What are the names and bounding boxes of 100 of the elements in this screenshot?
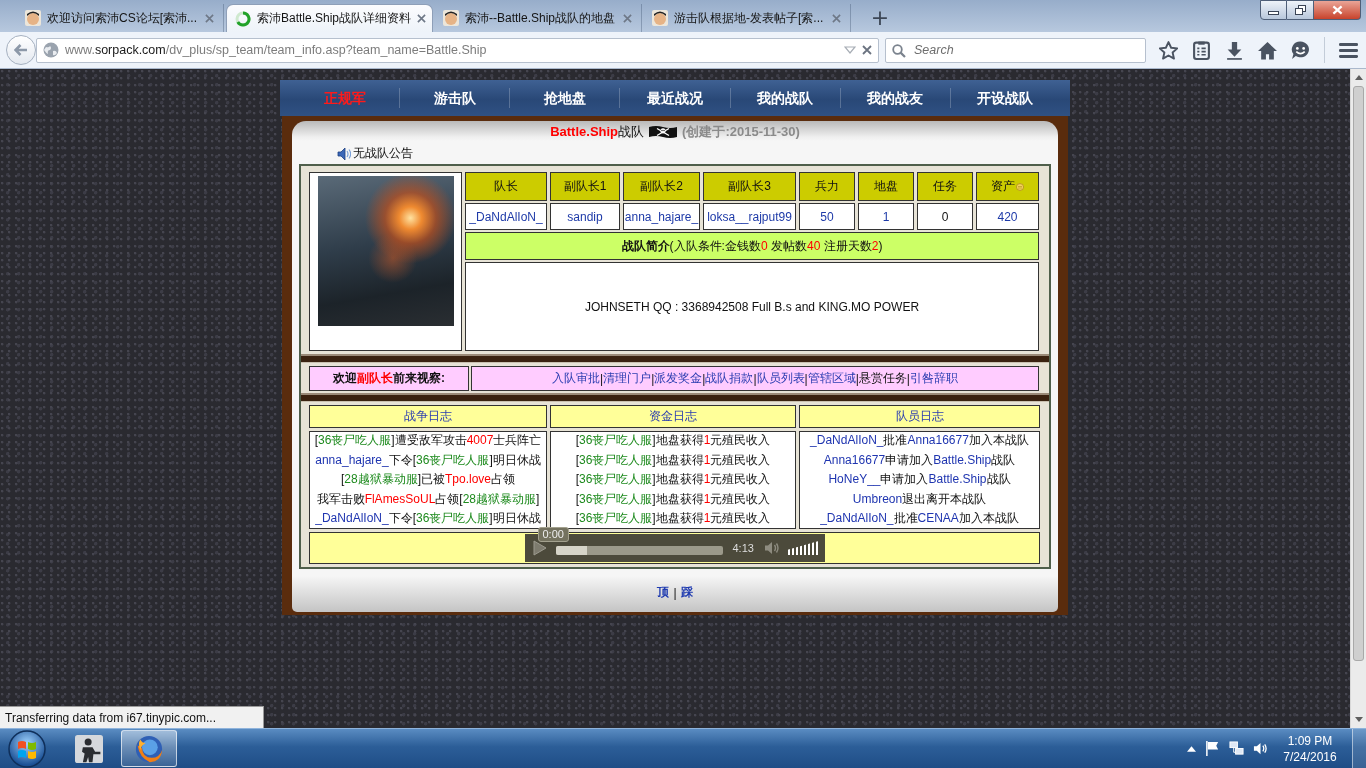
action-link[interactable]: 派发奖金 [654,370,703,387]
nav-link[interactable]: 我的战队 [729,88,840,108]
show-desktop-button[interactable] [1352,729,1366,768]
reading-list-icon[interactable] [1192,40,1211,60]
log-entry: _DaNdAlIoN_下令[36丧尸吃人服]明日休战 [315,510,541,528]
log-entry: [36丧尸吃人服]地盘获得1元殖民收入 [575,432,771,450]
new-tab-button[interactable]: + [865,4,895,32]
log-entry: [28越狱暴动服]已被Tpo.love占领 [340,471,516,489]
nav-link[interactable]: 抢地盘 [509,88,620,108]
action-link[interactable]: 清理门户 [603,370,652,387]
log-entry: _DaNdAlIoN_批准Anna16677加入本战队 [810,432,1029,450]
log-entry: Umbreon退出离开本战队 [852,490,987,508]
cell-link[interactable]: _DaNdAlIoN_ [469,209,543,224]
log-entry: Anna16677申请加入Battle.Ship战队 [823,451,1016,469]
clear-icon[interactable] [862,45,872,55]
team-title: Battle.Ship战队 [550,123,645,141]
log-entry: [36丧尸吃人服]地盘获得1元殖民收入 [575,471,771,489]
nav-link[interactable]: 开设战队 [949,88,1060,108]
scroll-down-icon[interactable] [1354,717,1363,722]
back-button[interactable] [6,35,36,65]
browser-tab[interactable]: 索沛Battle.Ship战队详细资料 [226,4,433,32]
close-icon[interactable] [417,14,427,23]
clock-date: 7/24/2016 [1283,748,1337,765]
action-link[interactable]: 战队捐款 [705,370,754,387]
footer-link[interactable]: 踩 [680,584,693,601]
bookmark-star-icon[interactable] [1159,40,1178,60]
column-label: 副队长1 [563,178,607,195]
link-separator: | [600,371,604,386]
minimize-button[interactable] [1260,0,1287,20]
play-icon[interactable] [532,540,547,556]
cell-link[interactable]: 420 [997,209,1018,224]
action-link[interactable]: 队员列表 [756,370,805,387]
log-entry: _DaNdAlIoN_批准CENAA加入本战队 [820,510,1019,528]
log-entry: 我军击败FlAmesSoUL占领[28越狱暴动服] [316,490,540,508]
column-label: 地盘 [874,178,898,195]
menu-icon[interactable] [1339,40,1358,60]
cell-value: 0 [941,209,949,224]
search-field[interactable]: Search [885,37,1146,63]
coin-icon [1016,182,1024,191]
team-description: JOHNSETH QQ : 3368942508 Full B.s and KING.MO POWER [465,262,1039,351]
taskbar-button[interactable] [121,730,177,767]
network-icon[interactable] [1229,741,1244,756]
log-entry: [36丧尸吃人服]地盘获得1元殖民收入 [575,451,771,469]
action-link[interactable]: 入队审批 [552,370,601,387]
log-heading: 队员日志 [799,405,1040,428]
link-separator: | [673,585,677,600]
cell-link[interactable]: loksa__rajput99 [707,209,792,224]
link-separator: | [906,371,910,386]
link-separator: | [804,371,808,386]
soldier-icon [75,734,103,763]
duration-time: 4:13 [732,542,754,554]
show-hidden-icons-icon[interactable] [1187,745,1196,752]
footer-link[interactable]: 顶 [657,584,670,601]
search-icon [892,43,906,58]
nav-link[interactable]: 最近战况 [619,88,730,108]
column-label: 队长 [494,178,518,195]
time-tooltip: 0:00 [537,527,569,542]
close-window-button[interactable] [1314,0,1361,20]
column-label: 副队长2 [640,178,683,195]
log-heading: 战争日志 [309,405,547,428]
log-entry: anna_hajare_下令[36丧尸吃人服]明日休战 [315,451,541,469]
chat-smiley-icon[interactable] [1291,40,1310,60]
start-button[interactable] [7,728,47,768]
column-label: 兵力 [815,178,839,195]
cell-link[interactable]: anna_hajare_ [624,209,699,224]
pirate-flag-icon [649,126,678,138]
scrollbar-thumb[interactable] [1353,86,1364,661]
cell-link[interactable]: 50 [820,209,834,224]
download-icon[interactable] [1225,40,1244,60]
address-field[interactable]: www.sorpack.com/dv_plus/sp_team/team_info.asp?team_name=Battle.Ship [36,37,879,63]
volume-icon[interactable] [1253,741,1268,756]
log-entry: [36丧尸吃人服]地盘获得1元殖民收入 [575,490,771,508]
back-arrow-icon [14,44,28,56]
log-entry: HoNeY__申请加入Battle.Ship战队 [828,471,1011,489]
team-intro-heading: 战队简介(入队条件:金钱数0 发帖数40 注册天数2) [465,232,1039,260]
column-label: 资产 [991,178,1015,195]
home-icon[interactable] [1258,40,1277,60]
link-separator: | [753,371,757,386]
log-heading: 资金日志 [550,405,796,428]
close-icon [1331,5,1343,15]
action-link[interactable]: 管辖区域 [807,370,856,387]
nav-link[interactable]: 我的战友 [839,88,950,108]
link-separator: | [855,371,859,386]
cell-link[interactable]: sandip [567,209,603,224]
speaker-icon [337,146,351,161]
minimize-icon [1268,11,1279,15]
link-separator: | [702,371,706,386]
globe-icon [43,42,59,58]
log-entry: [36丧尸吃人服]地盘获得1元殖民收入 [575,510,771,528]
restore-icon [1294,5,1306,15]
action-link[interactable]: 引咎辞职 [909,370,958,387]
creation-date: (创建于:2015-11-30) [682,123,800,141]
flag-icon[interactable] [1205,741,1220,756]
scroll-up-icon[interactable] [1354,75,1363,80]
column-label: 任务 [933,178,957,195]
cell-link[interactable]: 1 [882,209,890,224]
restore-button[interactable] [1287,0,1314,20]
column-label: 副队长3 [728,178,771,195]
nav-link[interactable]: 游击队 [399,88,510,108]
link-separator: | [651,371,655,386]
